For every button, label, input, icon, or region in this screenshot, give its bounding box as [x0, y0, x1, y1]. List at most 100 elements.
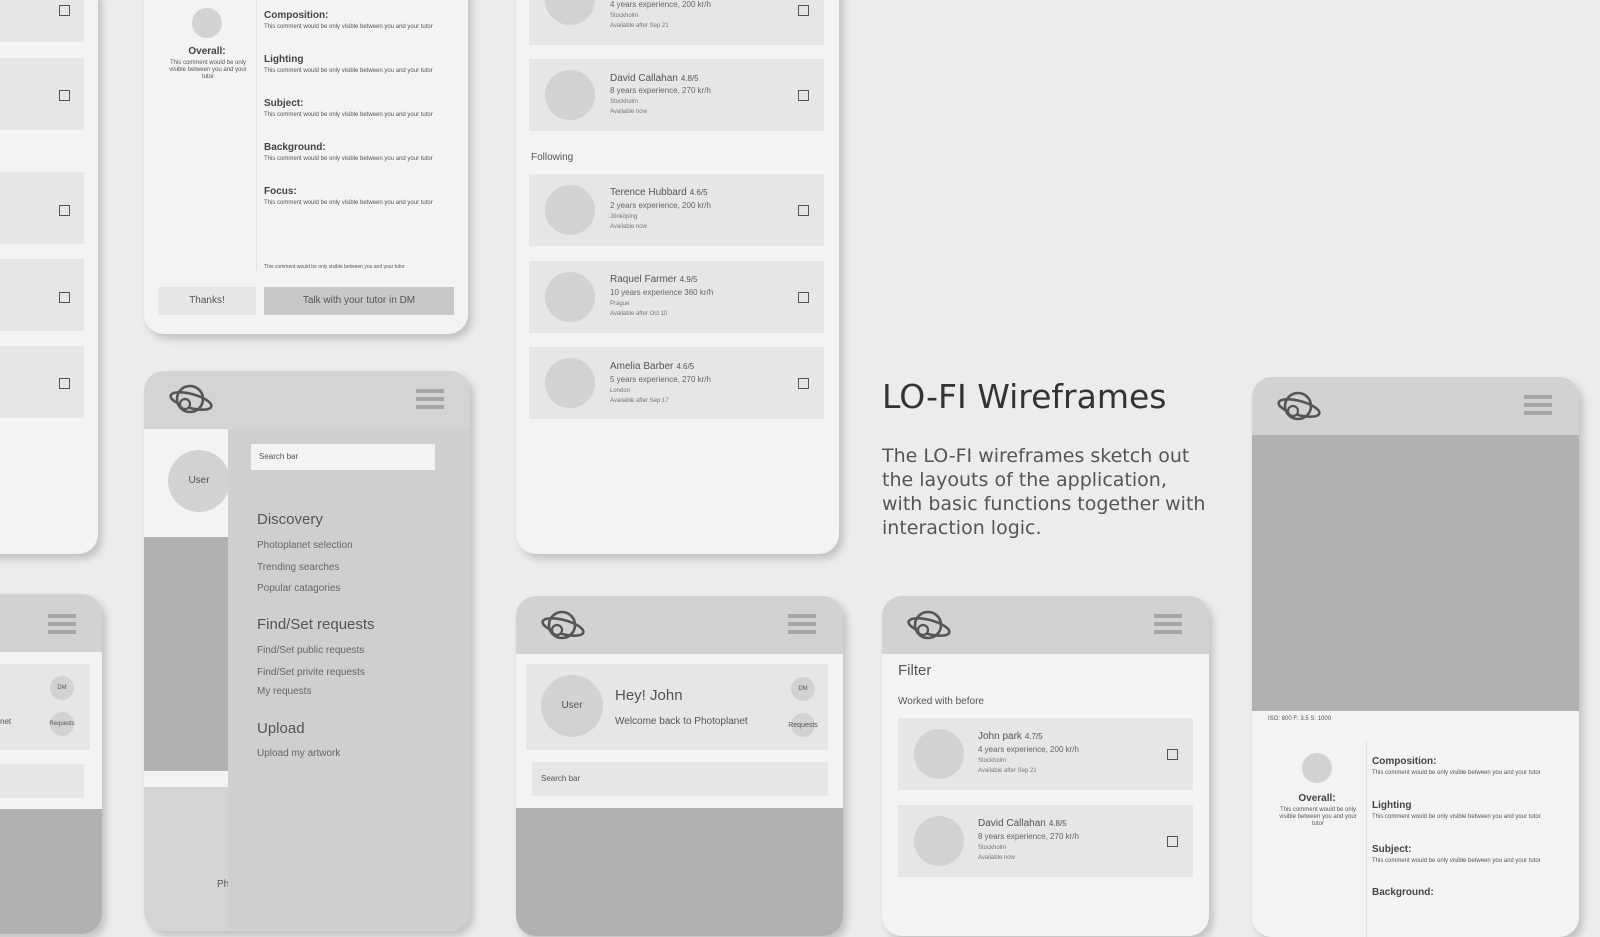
menu-item[interactable]: Photoplanet selection [257, 540, 353, 551]
menu-item[interactable]: My requests [257, 686, 311, 697]
user-avatar[interactable]: User [168, 450, 230, 512]
dm-button[interactable]: DM [50, 676, 74, 700]
tutor-rating: 4.6/5 [689, 188, 708, 197]
checkbox-icon[interactable] [798, 90, 809, 101]
menu-item[interactable]: Find/Set privite requests [257, 667, 365, 678]
tutor-name: David Callahan 4.8/5 [610, 73, 699, 84]
tutor-rating: 4.8/5 [680, 74, 699, 83]
thanks-button[interactable]: Thanks! [158, 287, 256, 315]
overall-comment: This comment would be only visible betwe… [1279, 807, 1357, 827]
checkbox-icon[interactable] [1167, 836, 1178, 847]
checkbox-icon[interactable] [59, 5, 70, 16]
checkbox-icon[interactable] [798, 5, 809, 16]
tutor-city: Prague [610, 301, 630, 307]
checkbox-icon[interactable] [1167, 749, 1178, 760]
page-description: The LO-FI wireframes sketch out the layo… [882, 445, 1206, 539]
list-item[interactable] [0, 259, 84, 331]
checkbox-icon[interactable] [798, 378, 809, 389]
checkbox-icon[interactable] [59, 378, 70, 389]
menu-heading-discovery: Discovery [257, 511, 323, 528]
critique-comment: This comment would be only visible betwe… [264, 112, 433, 118]
planet-logo-icon[interactable] [906, 607, 952, 643]
list-item[interactable] [0, 346, 84, 418]
tutor-avatar [914, 816, 964, 866]
planet-logo-icon[interactable] [1276, 388, 1322, 424]
menu-heading-requests: Find/Set requests [257, 616, 375, 633]
checkbox-icon[interactable] [798, 205, 809, 216]
tutor-availability: Available now [978, 855, 1015, 861]
hamburger-menu-icon[interactable] [1154, 614, 1182, 636]
left-list-card [0, 0, 98, 554]
critique-title: Background: [1372, 887, 1434, 898]
critique-title: Lighting [1372, 800, 1412, 811]
critique-title: Focus: [264, 186, 297, 197]
menu-item[interactable]: Trending searches [257, 562, 339, 573]
tutor-city: Jönköping [610, 214, 638, 220]
background-page-panel [144, 771, 228, 787]
menu-item[interactable]: Find/Set public requests [257, 645, 364, 656]
checkbox-icon[interactable] [59, 205, 70, 216]
section-label-worked-before: Worked with before [898, 696, 984, 707]
tutor-availability: Available now [610, 224, 647, 230]
section-label-following: Following [531, 152, 574, 163]
tutor-city: Stockholm [978, 758, 1007, 764]
search-input[interactable] [0, 764, 84, 798]
tutor-name: Raquel Farmer 4.9/5 [610, 274, 698, 285]
tutor-availability: Available after Sep 21 [610, 23, 669, 29]
menu-item[interactable]: Upload my artwork [257, 748, 340, 759]
welcome-panel [0, 664, 90, 750]
tutor-name: John park 4.7/5 [978, 731, 1043, 742]
tutor-city: Stockholm [610, 13, 639, 19]
checkbox-icon[interactable] [59, 292, 70, 303]
hamburger-menu-icon[interactable] [788, 614, 816, 636]
critique-comment: This comment would be only visible betwe… [1372, 858, 1541, 864]
checkbox-icon[interactable] [798, 292, 809, 303]
search-input[interactable]: Search bar [532, 762, 828, 796]
planet-logo-icon[interactable] [540, 607, 586, 643]
feed-image [516, 808, 843, 936]
tutor-avatar [914, 729, 964, 779]
critique-title: Composition: [264, 10, 329, 21]
page-heading: LO-FI Wireframes [882, 377, 1167, 416]
critique-comment: This comment would be only visible betwe… [1372, 770, 1541, 776]
tutor-name-text: David Callahan [610, 73, 678, 84]
search-input[interactable]: Search bar [251, 444, 435, 470]
list-item[interactable] [0, 172, 84, 244]
side-drawer: Search bar Discovery Photoplanet selecti… [228, 429, 470, 929]
planet-logo-icon[interactable] [168, 381, 214, 417]
menu-item[interactable]: Popular catagories [257, 583, 340, 594]
tutor-experience: 4 years experience, 200 kr/h [610, 0, 711, 9]
tutor-availability: Available after Sep 17 [610, 398, 669, 404]
tutor-availability: Available after Oct 10 [610, 311, 668, 317]
home-card: User Hey! John Welcome back to Photoplan… [516, 596, 843, 936]
hamburger-menu-icon[interactable] [48, 614, 76, 636]
tutor-experience: 2 years experience, 200 kr/h [610, 201, 711, 210]
tutor-city: London [610, 388, 631, 394]
list-item[interactable] [0, 0, 84, 42]
footer-note: This comment would be only visible betwe… [264, 264, 405, 270]
overall-comment: This comment would be only visible betwe… [169, 60, 247, 80]
menu-heading-upload: Upload [257, 720, 305, 737]
tutor-experience: 8 years experience, 270 kr/h [978, 832, 1079, 841]
user-avatar[interactable]: User [541, 675, 603, 737]
tutor-rating: 4.6/5 [676, 362, 695, 371]
hamburger-menu-icon[interactable] [1524, 395, 1552, 417]
photo-critique-card: ISO: 800 F: 3.5 S: 1000 Overall: This co… [1252, 377, 1579, 937]
tutor-name-text: Terence Hubbard [610, 187, 687, 198]
dm-tutor-button[interactable]: Talk with your tutor in DM [264, 287, 454, 315]
tutor-list-card: 4 years experience, 200 kr/h Stockholm A… [516, 0, 839, 554]
tutor-city: Stockholm [978, 845, 1007, 851]
critique-title: Subject: [264, 98, 304, 109]
dm-button[interactable]: DM [791, 677, 815, 701]
list-item[interactable] [0, 58, 84, 130]
tutor-avatar [545, 358, 595, 408]
critique-comment: This comment would be only visible betwe… [264, 156, 433, 162]
overall-panel: Overall: This comment would be only visi… [1268, 741, 1367, 937]
critique-title: Background: [264, 142, 326, 153]
critique-title: Subject: [1372, 844, 1412, 855]
checkbox-icon[interactable] [59, 90, 70, 101]
overall-title: Overall: [188, 46, 226, 57]
requests-label: Requests [49, 721, 75, 727]
tutor-rating: 4.7/5 [1024, 732, 1043, 741]
hamburger-menu-icon[interactable] [416, 389, 444, 411]
